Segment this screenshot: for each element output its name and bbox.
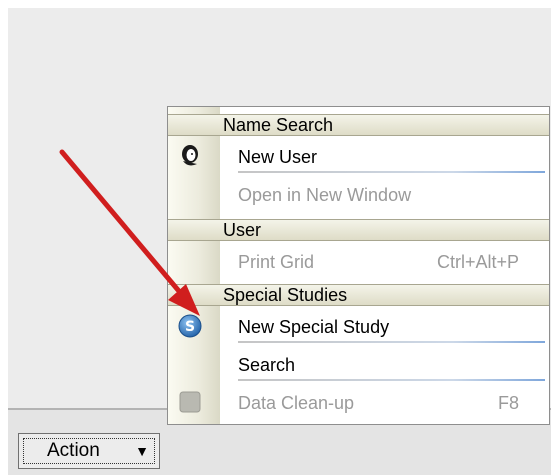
menu-item-search[interactable]: Search: [168, 347, 549, 383]
menu-item-label: Open in New Window: [238, 185, 412, 205]
menu-item-new-user[interactable]: New User: [168, 139, 549, 175]
menu-item-data-clean-up[interactable]: Data Clean-up F8: [168, 385, 549, 421]
menu-item-shortcut: Ctrl+Alt+P: [436, 252, 519, 272]
section-header-special-studies: Special Studies: [168, 284, 549, 306]
item-separator: [238, 171, 545, 173]
menu-item-new-special-study[interactable]: S New Special Study: [168, 309, 549, 345]
menu-item-shortcut: F8: [497, 393, 519, 413]
menu-item-label: Print Grid: [238, 252, 315, 272]
menu-item-label: New User: [238, 147, 318, 167]
special-study-s-icon: S: [178, 314, 202, 338]
item-separator: [238, 341, 545, 343]
action-context-menu: Name Search New User Open in New Window …: [167, 106, 550, 425]
menu-item-label: Data Clean-up: [238, 393, 355, 413]
menu-item-print-grid[interactable]: Print Grid Ctrl+Alt+P: [168, 244, 549, 280]
dropdown-arrow-icon: ▼: [135, 443, 149, 459]
menu-item-label: Search: [238, 355, 296, 375]
section-title: Special Studies: [223, 285, 348, 305]
menu-item-label: New Special Study: [238, 317, 390, 337]
section-header-user: User: [168, 219, 549, 241]
menu-item-open-in-new-window[interactable]: Open in New Window: [168, 177, 549, 213]
item-separator: [238, 379, 545, 381]
data-cleanup-icon: [178, 390, 202, 414]
section-title: Name Search: [223, 115, 334, 135]
svg-text:S: S: [185, 319, 195, 335]
section-title: User: [223, 220, 262, 240]
section-header-name-search: Name Search: [168, 114, 549, 136]
action-button[interactable]: Action ▼: [18, 433, 160, 469]
user-head-icon: [178, 144, 202, 168]
action-button-label: Action: [47, 440, 100, 461]
